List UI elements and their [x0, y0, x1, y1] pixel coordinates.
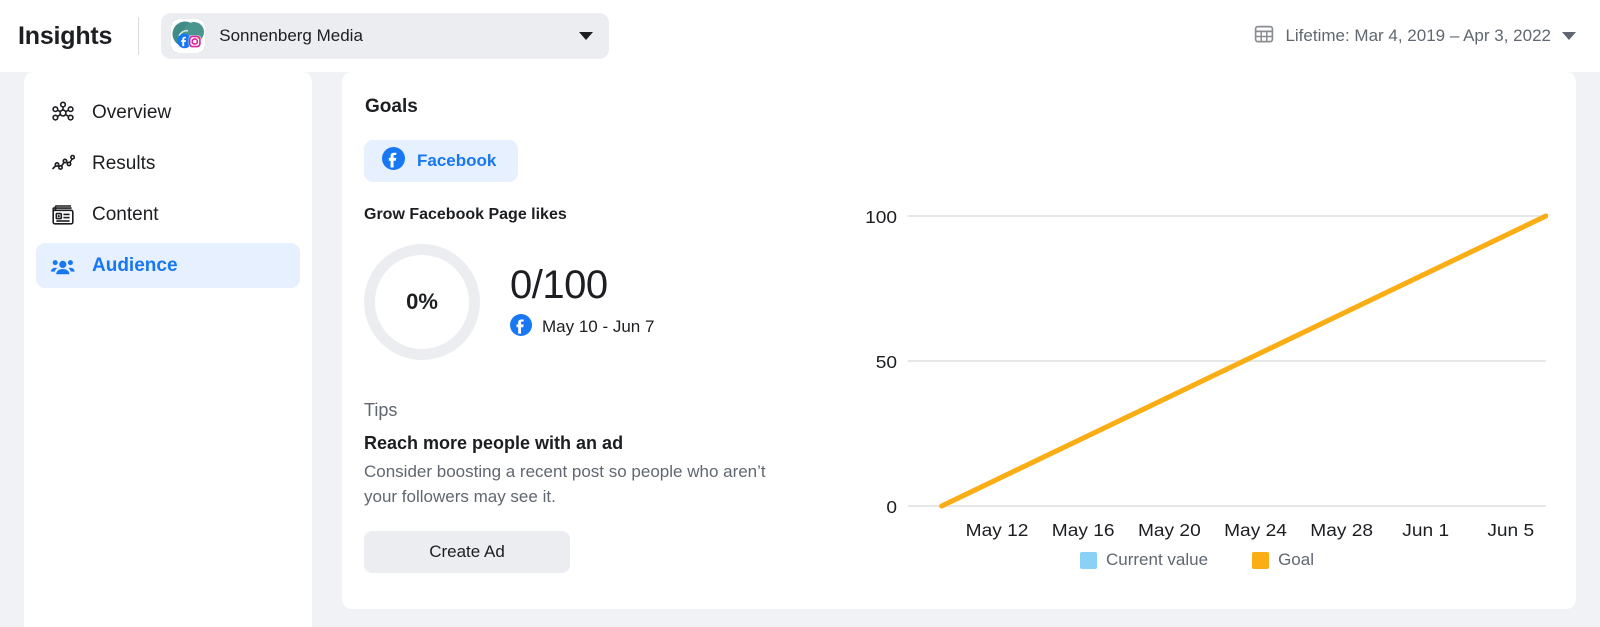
sidebar-item-audience[interactable]: Audience: [36, 243, 300, 288]
account-picker[interactable]: Sonnenberg Media: [161, 13, 610, 59]
svg-text:May 20: May 20: [1138, 520, 1201, 540]
sidebar-item-label: Content: [92, 203, 159, 225]
goal-chart-svg: 100 50 0 May 12 May 16 May 20 May 24 May…: [865, 208, 1548, 540]
tab-facebook[interactable]: Facebook: [364, 140, 519, 182]
instagram-icon: [188, 35, 202, 48]
chart-legend: Current value Goal: [846, 550, 1548, 570]
date-range-selector[interactable]: Lifetime: Mar 4, 2019 – Apr 3, 2022: [1254, 0, 1576, 72]
svg-text:50: 50: [876, 352, 897, 372]
svg-text:Jun 5: Jun 5: [1487, 520, 1534, 540]
goals-heading: Goals: [365, 96, 418, 117]
results-icon: [50, 151, 76, 177]
goal-name: Grow Facebook Page likes: [364, 206, 567, 223]
goal-period-label: May 10 - Jun 7: [542, 317, 655, 336]
channel-tab-list: Facebook: [364, 140, 1548, 182]
goals-card: Goals Facebook Grow Facebook Page likes: [342, 72, 1576, 609]
sidebar: Overview Results Content Audience: [24, 72, 312, 627]
goal-content: Grow Facebook Page likes 0% 0/100 May 10…: [364, 206, 1548, 593]
legend-swatch: [1252, 551, 1270, 569]
tip-title: Reach more people with an ad: [364, 433, 624, 453]
workspace: Overview Results Content Audience Goals …: [0, 72, 1600, 627]
goal-figures: 0/100 May 10 - Jun 7: [510, 264, 654, 341]
calendar-icon: [1254, 24, 1274, 49]
goal-progress-row: 0% 0/100 May 10 - Jun 7: [364, 244, 834, 360]
date-range-label: Lifetime: Mar 4, 2019 – Apr 3, 2022: [1285, 26, 1551, 45]
top-bar: Insights Sonnenberg Media Lifetime: Mar …: [0, 0, 1600, 72]
svg-text:0: 0: [886, 497, 897, 517]
legend-item-goal: Goal: [1252, 550, 1314, 570]
legend-label: Goal: [1278, 550, 1314, 569]
svg-text:May 12: May 12: [966, 520, 1029, 540]
create-ad-button[interactable]: Create Ad: [364, 531, 570, 574]
goal-period: May 10 - Jun 7: [510, 313, 655, 341]
legend-item-current-value: Current value: [1080, 550, 1208, 570]
svg-text:100: 100: [865, 208, 897, 227]
svg-text:May 16: May 16: [1052, 520, 1115, 540]
chart-y-tick-labels: 100 50 0: [865, 208, 897, 517]
tips-heading: Tips: [364, 400, 398, 420]
sidebar-item-label: Overview: [92, 101, 172, 123]
goal-progress-donut: 0%: [364, 244, 480, 360]
tip-body: Consider boosting a recent post so peopl…: [364, 462, 766, 506]
chevron-down-icon: [579, 32, 594, 40]
goal-summary-column: Grow Facebook Page likes 0% 0/100 May 10…: [364, 206, 834, 593]
overview-icon: [50, 100, 76, 126]
goal-percent-label: 0%: [406, 289, 438, 314]
svg-text:May 24: May 24: [1224, 520, 1287, 540]
goal-count-label: 0/100: [510, 262, 608, 307]
facebook-icon: [382, 147, 405, 175]
header-divider: [138, 17, 140, 55]
chevron-down-icon: [1562, 32, 1576, 40]
tab-label: Facebook: [417, 151, 497, 170]
page-avatar: [171, 19, 206, 53]
legend-label: Current value: [1106, 550, 1209, 569]
audience-icon: [50, 253, 76, 279]
chart-x-tick-labels: May 12 May 16 May 20 May 24 May 28 Jun 1…: [966, 520, 1535, 540]
account-name: Sonnenberg Media: [219, 26, 363, 45]
sidebar-item-label: Audience: [92, 254, 178, 276]
content-icon: [50, 202, 76, 228]
svg-text:May 28: May 28: [1310, 520, 1373, 540]
sidebar-item-overview[interactable]: Overview: [36, 90, 300, 135]
goal-chart-column: 100 50 0 May 12 May 16 May 20 May 24 May…: [834, 206, 1548, 593]
sidebar-item-results[interactable]: Results: [36, 141, 300, 186]
sidebar-item-label: Results: [92, 152, 156, 174]
legend-swatch: [1080, 551, 1097, 569]
page-title: Insights: [18, 21, 113, 50]
svg-text:Jun 1: Jun 1: [1402, 520, 1449, 540]
facebook-icon: [510, 313, 532, 341]
sidebar-item-content[interactable]: Content: [36, 192, 300, 237]
goal-chart: 100 50 0 May 12 May 16 May 20 May 24 May…: [846, 208, 1548, 548]
